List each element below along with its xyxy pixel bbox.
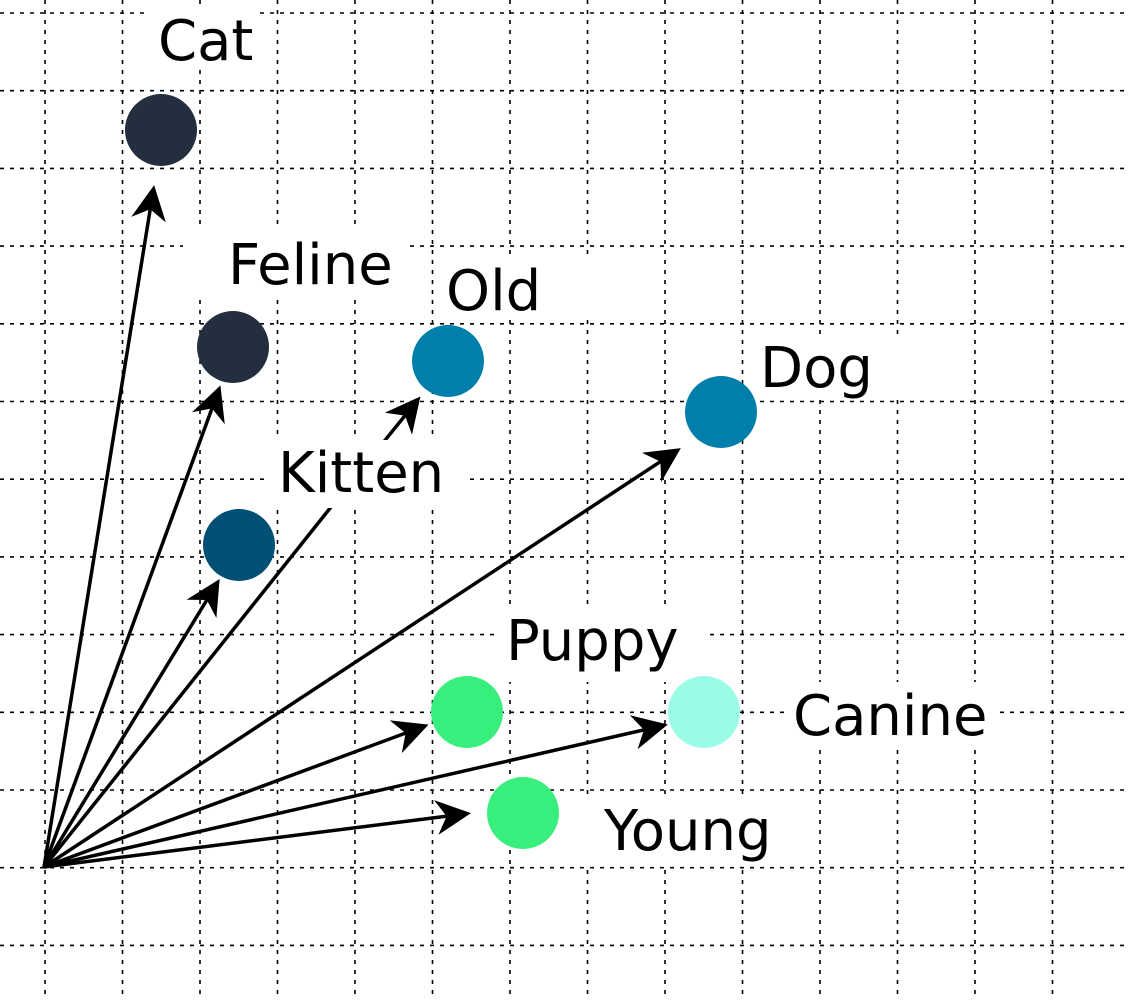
node-young: Young: [487, 777, 772, 864]
arrow-to-cat: [42, 185, 166, 868]
puppy-label: Puppy: [506, 609, 679, 674]
cat-label: Cat: [158, 9, 253, 74]
dog-label: Dog: [760, 336, 873, 401]
node-old: Old: [412, 259, 541, 397]
arrow-to-young: [43, 800, 471, 869]
node-cat: Cat: [125, 9, 253, 166]
canine-dot: [668, 676, 740, 748]
node-canine: Canine: [668, 676, 987, 749]
node-kitten: Kitten: [203, 441, 444, 581]
young-dot: [487, 777, 559, 849]
embedding-diagram: Cat Feline Old Dog Kitten Puppy Canine Y…: [0, 0, 1128, 1000]
feline-dot: [197, 311, 269, 383]
cat-dot: [125, 94, 197, 166]
feline-label: Feline: [228, 233, 393, 298]
dog-dot: [685, 376, 757, 448]
arrow-to-feline: [42, 385, 225, 868]
kitten-dot: [203, 509, 275, 581]
vector-space-svg: Cat Feline Old Dog Kitten Puppy Canine Y…: [0, 0, 1128, 1000]
node-dog: Dog: [685, 336, 873, 448]
kitten-label: Kitten: [278, 441, 444, 506]
old-dot: [412, 325, 484, 397]
old-label: Old: [446, 259, 541, 324]
canine-label: Canine: [793, 684, 987, 749]
young-label: Young: [603, 799, 772, 864]
puppy-dot: [431, 676, 503, 748]
